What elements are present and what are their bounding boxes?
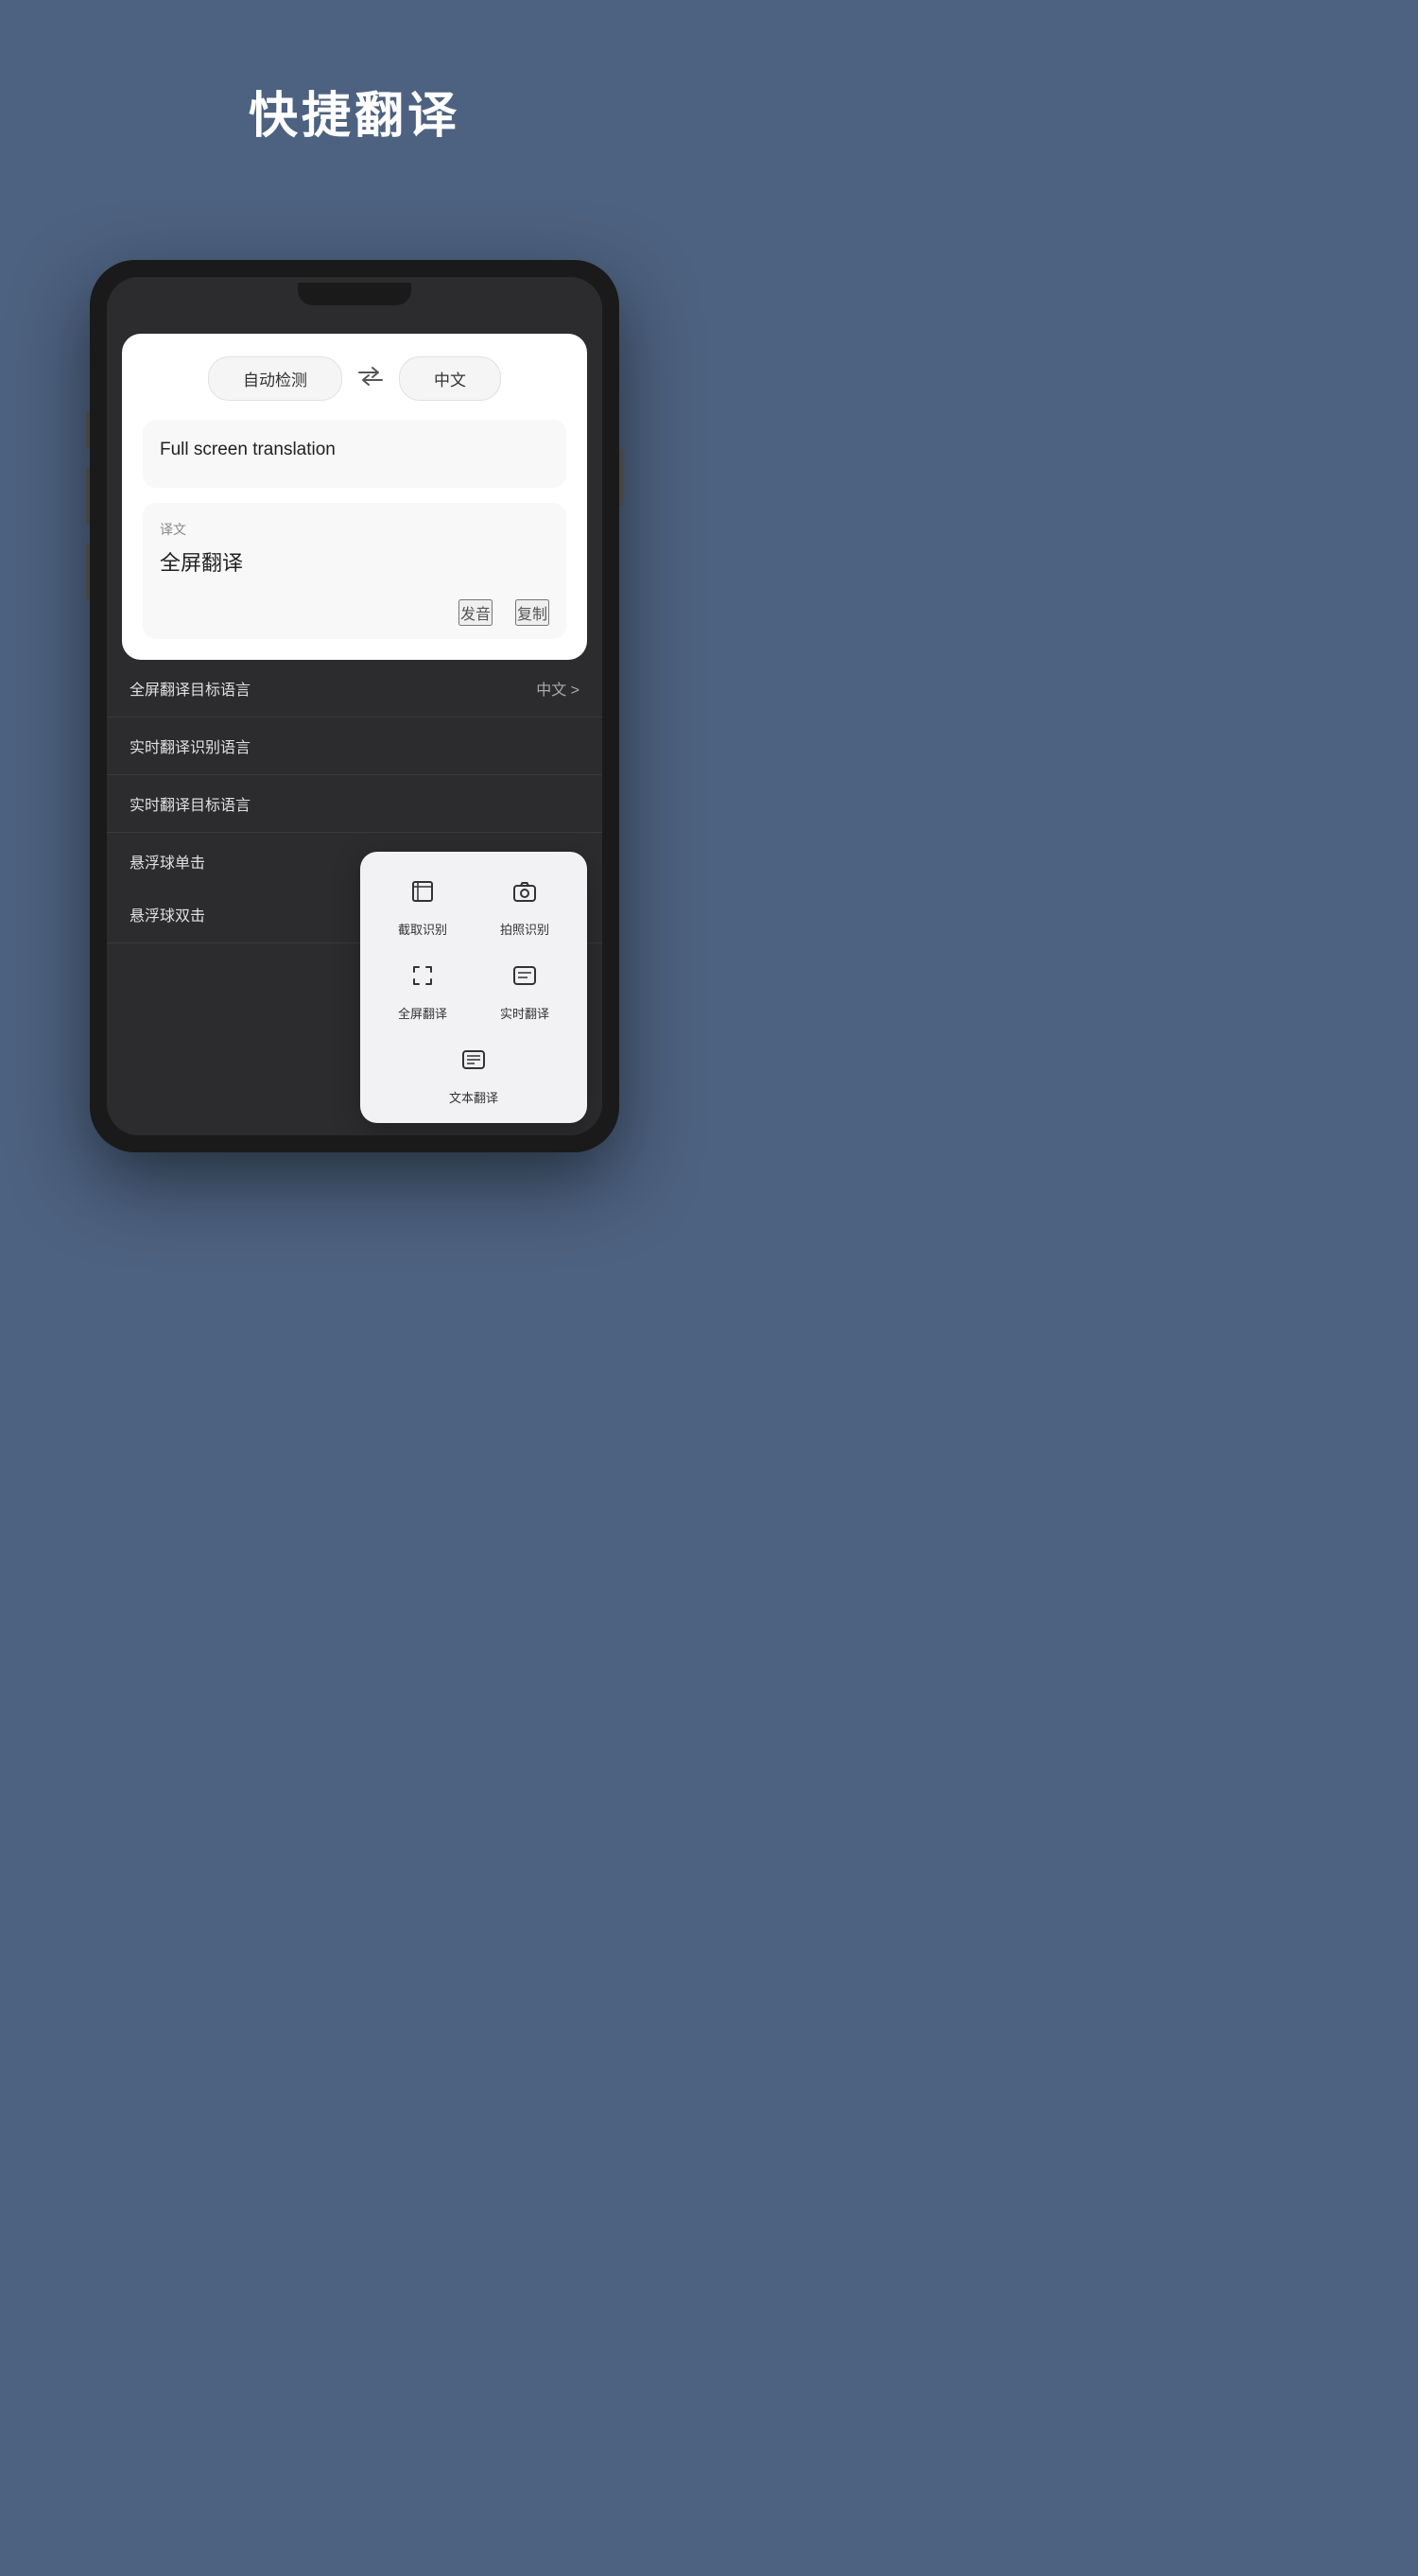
copy-button[interactable]: 复制	[515, 599, 549, 626]
camera-icon	[502, 869, 547, 914]
result-actions: 发音 复制	[160, 599, 549, 626]
result-label: 译文	[160, 520, 549, 539]
screen-top-bar	[107, 277, 602, 324]
pronounce-button[interactable]: 发音	[458, 599, 493, 626]
settings-row-label: 悬浮球双击	[130, 903, 205, 925]
settings-row-realtime-source[interactable]: 实时翻译识别语言	[107, 717, 602, 775]
quick-action-text[interactable]: 文本翻译	[449, 1037, 498, 1106]
page-title: 快捷翻译	[249, 76, 460, 147]
realtime-icon	[502, 953, 547, 998]
settings-list: 全屏翻译目标语言 中文 > 实时翻译识别语言 实时翻译目标语言 悬浮球单击 功能…	[107, 660, 602, 1135]
result-text: 全屏翻译	[160, 546, 549, 577]
fullscreen-icon	[400, 953, 445, 998]
quick-action-label: 文本翻译	[449, 1088, 498, 1106]
settings-row-label: 实时翻译识别语言	[130, 735, 251, 757]
crop-icon	[400, 869, 445, 914]
settings-row-value: 中文 >	[536, 677, 579, 700]
settings-row-realtime-target[interactable]: 实时翻译目标语言	[107, 775, 602, 833]
phone-frame: 自动检测 中文 Full screen translation 译文	[90, 260, 619, 1152]
quick-action-label: 实时翻译	[500, 1004, 549, 1022]
mute-button	[86, 411, 90, 449]
volume-down-button	[86, 544, 90, 600]
settings-row-label: 全屏翻译目标语言	[130, 677, 251, 700]
quick-action-fullscreen[interactable]: 全屏翻译	[375, 953, 470, 1022]
quick-actions-popup: 截取识别 拍照识别	[360, 852, 587, 1123]
result-area: 译文 全屏翻译 发音 复制	[143, 503, 566, 639]
quick-action-label: 拍照识别	[500, 920, 549, 938]
source-language-button[interactable]: 自动检测	[208, 356, 342, 401]
power-button	[619, 449, 623, 506]
language-selector: 自动检测 中文	[143, 356, 566, 401]
quick-action-label: 全屏翻译	[398, 1004, 447, 1022]
translation-card: 自动检测 中文 Full screen translation 译文	[122, 334, 587, 660]
settings-row-fullscreen-target[interactable]: 全屏翻译目标语言 中文 >	[107, 660, 602, 717]
settings-row-label: 实时翻译目标语言	[130, 792, 251, 815]
quick-action-crop[interactable]: 截取识别	[375, 869, 470, 938]
settings-row-label: 悬浮球单击	[130, 850, 205, 873]
target-language-button[interactable]: 中文	[399, 356, 501, 401]
input-text: Full screen translation	[160, 440, 336, 459]
swap-language-icon[interactable]	[357, 367, 384, 391]
input-area[interactable]: Full screen translation	[143, 420, 566, 488]
volume-up-button	[86, 468, 90, 525]
quick-action-realtime[interactable]: 实时翻译	[477, 953, 572, 1022]
phone-screen: 自动检测 中文 Full screen translation 译文	[107, 277, 602, 1135]
text-translate-icon	[451, 1037, 496, 1082]
quick-action-label: 截取识别	[398, 920, 447, 938]
quick-action-camera[interactable]: 拍照识别	[477, 869, 572, 938]
